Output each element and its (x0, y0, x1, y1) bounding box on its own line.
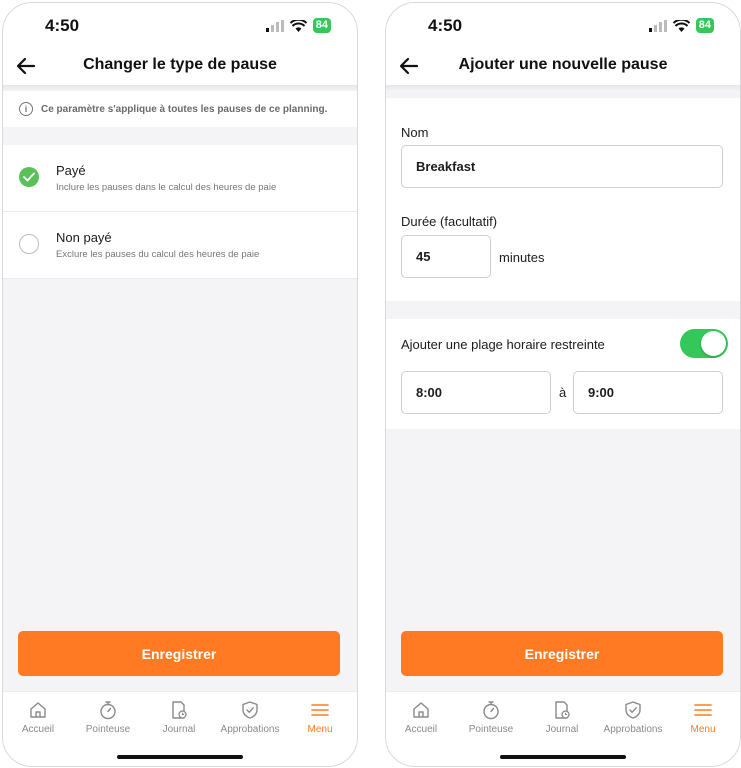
stopwatch-icon (100, 701, 116, 720)
tab-label: Menu (307, 724, 333, 735)
battery-level: 84 (312, 18, 331, 33)
status-time: 4:50 (428, 16, 463, 35)
option-description: Inclure les pauses dans le calcul des he… (56, 182, 277, 193)
tab-label: Menu (690, 724, 716, 735)
checked-radio-icon[interactable] (19, 167, 39, 187)
restricted-time-section: Ajouter une plage horaire restreinte 8:0… (386, 319, 740, 429)
status-icons: 84 (648, 18, 714, 33)
wifi-icon (672, 19, 690, 32)
status-time: 4:50 (45, 16, 80, 35)
home-icon (30, 702, 46, 718)
shield-check-icon (242, 701, 258, 719)
tab-menu[interactable]: Menu (668, 700, 738, 735)
name-input[interactable]: Breakfast (401, 145, 723, 188)
tab-pointeuse[interactable]: Pointeuse (456, 700, 526, 735)
tab-journal[interactable]: Journal (144, 700, 214, 735)
tab-bar: Accueil Pointeuse Journal Approbations M… (3, 691, 357, 766)
divider (386, 85, 740, 91)
battery-level: 84 (695, 18, 714, 33)
page-title: Ajouter une nouvelle pause (458, 56, 668, 73)
phone-screen-break-type: 4:50 84 Changer le type de pause i Ce pa… (2, 2, 358, 767)
tab-label: Journal (162, 724, 196, 735)
tab-label: Pointeuse (85, 724, 131, 735)
home-indicator (500, 755, 626, 759)
status-bar: 4:50 84 (386, 3, 740, 49)
tab-label: Pointeuse (468, 724, 514, 735)
option-paid[interactable]: Payé Inclure les pauses dans le calcul d… (3, 145, 357, 212)
wifi-icon (289, 19, 307, 32)
info-icon: i (19, 102, 33, 116)
break-details-section: Nom Breakfast Durée (facultatif) 45 minu… (386, 98, 740, 301)
menu-icon (311, 704, 329, 716)
stopwatch-icon (483, 701, 499, 720)
duration-input[interactable]: 45 (401, 235, 491, 278)
duration-unit: minutes (499, 250, 545, 265)
option-label: Payé (56, 163, 86, 178)
tab-accueil[interactable]: Accueil (386, 700, 456, 735)
checkmark-icon (23, 172, 35, 182)
name-label: Nom (401, 125, 429, 140)
tab-accueil[interactable]: Accueil (3, 700, 73, 735)
phone-screen-new-break: 4:50 84 Ajouter une nouvelle pause Nom B… (385, 2, 741, 767)
tab-label: Accueil (21, 724, 55, 735)
toggle-knob (701, 331, 726, 356)
nav-bar: Ajouter une nouvelle pause (386, 49, 740, 85)
tab-approbations[interactable]: Approbations (598, 700, 668, 735)
home-icon (413, 702, 429, 718)
status-icons: 84 (265, 18, 331, 33)
restricted-range-toggle[interactable] (680, 329, 728, 358)
tab-menu[interactable]: Menu (285, 700, 355, 735)
start-time-input[interactable]: 8:00 (401, 371, 551, 414)
save-button[interactable]: Enregistrer (401, 631, 723, 676)
tab-label: Journal (545, 724, 579, 735)
time-range-separator: à (559, 385, 567, 400)
tab-label: Accueil (404, 724, 438, 735)
info-text: Ce paramètre s'applique à toutes les pau… (41, 103, 328, 115)
tab-journal[interactable]: Journal (527, 700, 597, 735)
signal-icon (648, 19, 667, 32)
page-title: Changer le type de pause (83, 56, 277, 73)
end-time-input[interactable]: 9:00 (573, 371, 723, 414)
info-banner: i Ce paramètre s'applique à toutes les p… (3, 91, 357, 127)
shield-check-icon (625, 701, 641, 719)
option-unpaid[interactable]: Non payé Exclure les pauses du calcul de… (3, 212, 357, 279)
menu-icon (694, 704, 712, 716)
duration-label: Durée (facultatif) (401, 214, 498, 229)
tab-bar: Accueil Pointeuse Journal Approbations M… (386, 691, 740, 766)
timesheet-icon (172, 701, 187, 719)
signal-icon (265, 19, 284, 32)
option-description: Exclure les pauses du calcul des heures … (56, 249, 260, 260)
home-indicator (117, 755, 243, 759)
nav-bar: Changer le type de pause (3, 49, 357, 85)
restricted-range-label: Ajouter une plage horaire restreinte (401, 337, 605, 352)
save-button[interactable]: Enregistrer (18, 631, 340, 676)
timesheet-icon (555, 701, 570, 719)
tab-approbations[interactable]: Approbations (215, 700, 285, 735)
tab-pointeuse[interactable]: Pointeuse (73, 700, 143, 735)
unchecked-radio-icon[interactable] (19, 234, 39, 254)
option-label: Non payé (56, 230, 112, 245)
tab-label: Approbations (603, 724, 663, 735)
status-bar: 4:50 84 (3, 3, 357, 49)
tab-label: Approbations (220, 724, 280, 735)
